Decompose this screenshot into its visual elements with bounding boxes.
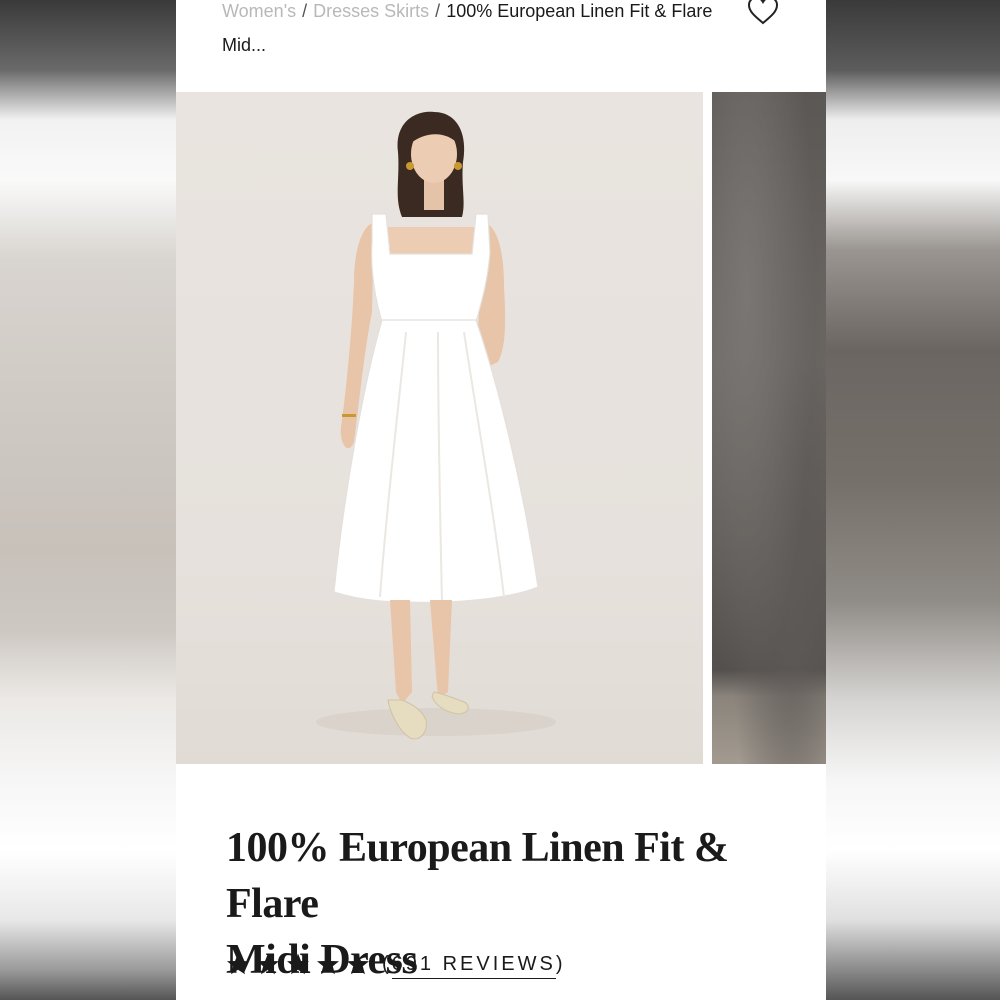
reviews-count: 691 REVIEWS bbox=[391, 952, 556, 979]
breadcrumb-separator: / bbox=[435, 1, 441, 21]
product-page: Women's / Dresses Skirts/100% European Lin… bbox=[176, 0, 826, 1000]
breadcrumb-womens-link[interactable]: Women's bbox=[222, 1, 296, 21]
rating-stars bbox=[226, 952, 370, 976]
star-icon bbox=[227, 953, 249, 975]
heart-icon[interactable] bbox=[746, 0, 780, 28]
reviews-link[interactable]: (691 REVIEWS) bbox=[382, 952, 566, 979]
star-icon bbox=[287, 953, 309, 975]
blurred-backdrop-right bbox=[826, 0, 1000, 1000]
product-photo-next[interactable] bbox=[712, 92, 826, 764]
breadcrumb-separator: / bbox=[302, 1, 308, 21]
model-in-white-dress-image bbox=[316, 111, 556, 740]
product-photo-main[interactable] bbox=[176, 92, 703, 764]
star-icon bbox=[257, 953, 279, 975]
product-rating: (691 REVIEWS) bbox=[226, 946, 566, 982]
breadcrumb: Women's / Dresses Skirts/100% European Lin… bbox=[222, 0, 722, 62]
star-icon bbox=[347, 953, 369, 975]
product-title-line-1: 100% European Linen Fit & Flare bbox=[226, 825, 729, 927]
breadcrumb-dresses-skirts-link[interactable]: Dresses Skirts bbox=[313, 1, 429, 21]
reviews-open-paren: ( bbox=[382, 952, 392, 975]
product-image-gallery[interactable] bbox=[176, 92, 826, 764]
star-icon bbox=[317, 953, 339, 975]
blurred-backdrop-left bbox=[0, 0, 176, 1000]
reviews-close-paren: ) bbox=[555, 952, 566, 975]
